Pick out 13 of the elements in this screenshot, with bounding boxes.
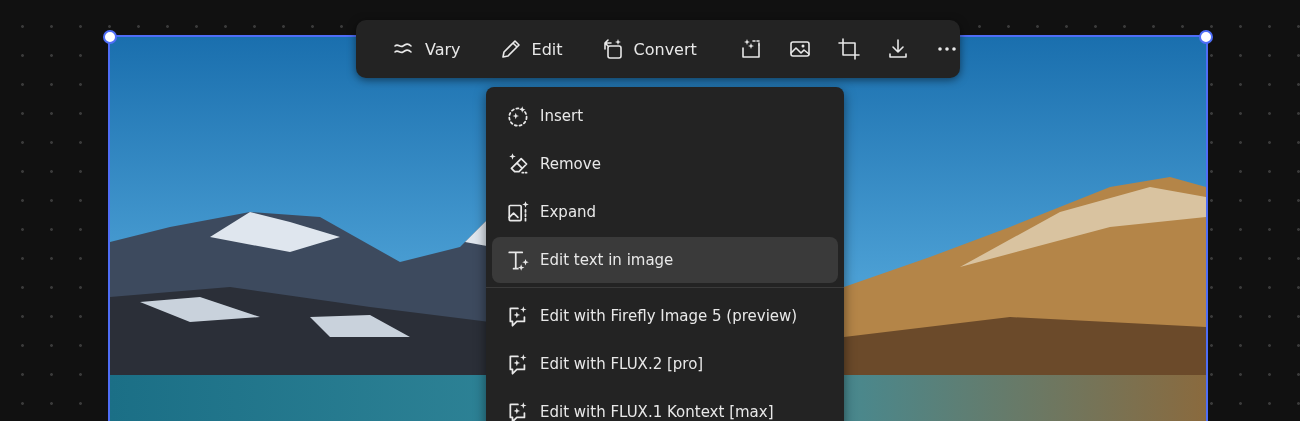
more-icon <box>937 47 956 51</box>
resize-handle[interactable] <box>103 30 117 44</box>
toolbar-button[interactable]: Edit <box>486 29 575 69</box>
menu-item[interactable]: Remove <box>492 141 838 187</box>
menu-item[interactable]: Insert <box>492 93 838 139</box>
toolbar-button[interactable]: Convert <box>588 29 709 69</box>
menu-item[interactable]: Edit with FLUX.2 [pro] <box>492 341 838 387</box>
crop-icon <box>836 37 861 61</box>
resize-handle[interactable] <box>1199 30 1213 44</box>
toolbar-button[interactable]: Vary <box>380 29 473 69</box>
menu-item[interactable]: Edit with Firefly Image 5 (preview) <box>492 293 838 339</box>
menu-item[interactable]: Edit text in image <box>492 237 838 283</box>
menu-item[interactable]: Expand <box>492 189 838 235</box>
